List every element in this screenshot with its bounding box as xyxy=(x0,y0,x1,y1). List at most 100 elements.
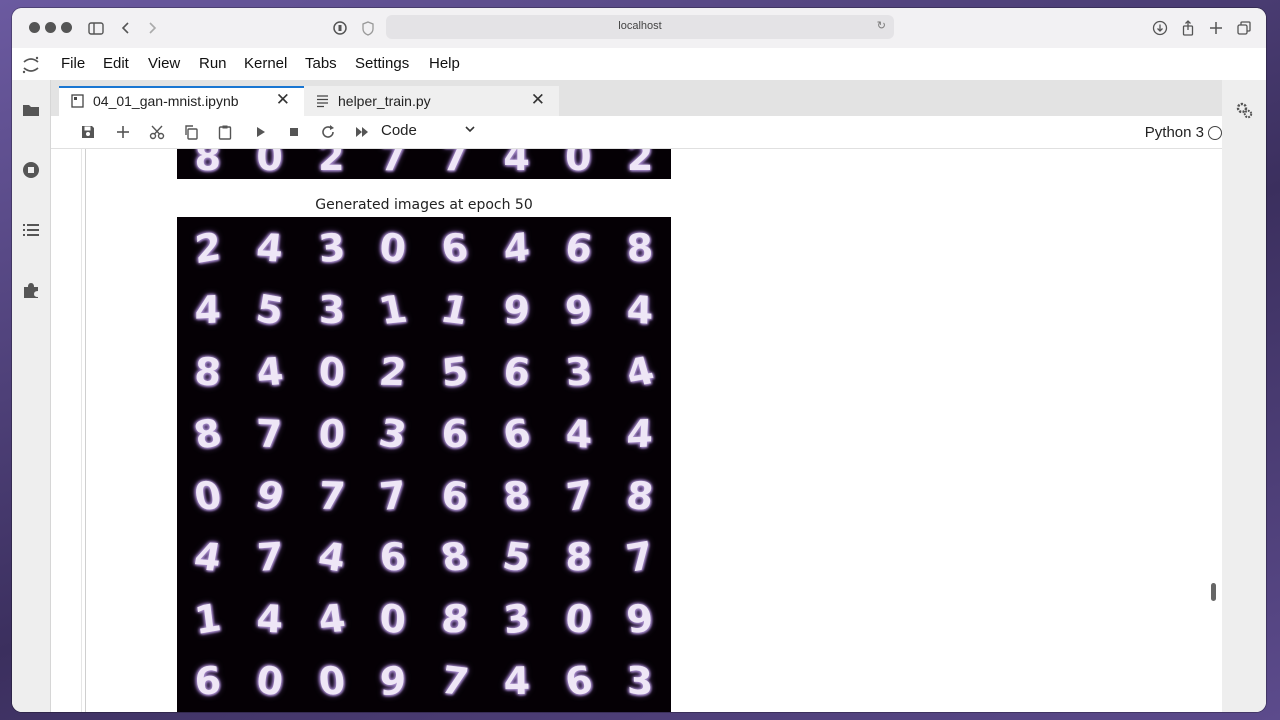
generated-digit: 7 xyxy=(379,149,407,179)
generated-digit: 4 xyxy=(620,348,660,396)
generated-digit: 4 xyxy=(564,410,592,457)
privacy-icon[interactable] xyxy=(330,18,350,38)
generated-images-grid: 2430646845311994840256348703664409776878… xyxy=(177,217,671,712)
address-bar[interactable]: localhost ↻ xyxy=(386,15,894,39)
menu-view[interactable]: View xyxy=(148,55,180,72)
generated-digit: 0 xyxy=(316,658,347,704)
generated-digit: 6 xyxy=(562,224,595,271)
url-text: localhost xyxy=(618,20,662,32)
generated-digit: 1 xyxy=(436,286,473,333)
property-inspector-icon[interactable] xyxy=(1234,100,1254,120)
generated-digit: 0 xyxy=(317,410,345,457)
minimize-window-button[interactable] xyxy=(45,22,56,33)
forward-icon[interactable] xyxy=(142,18,162,38)
generated-digit: 9 xyxy=(379,657,407,705)
menu-settings[interactable]: Settings xyxy=(355,55,409,72)
notebook-toolbar: Code Python 3 xyxy=(51,116,1222,149)
tab-helper-train[interactable]: helper_train.py ✕ xyxy=(304,86,559,116)
generated-digit: 5 xyxy=(252,285,287,334)
active-tab-indicator xyxy=(59,86,304,88)
generated-digit: 4 xyxy=(625,410,655,457)
generated-digit: 0 xyxy=(253,656,286,706)
generated-digit: 8 xyxy=(624,472,656,519)
menu-run[interactable]: Run xyxy=(199,55,227,72)
generated-digit: 7 xyxy=(564,471,593,520)
menu-kernel[interactable]: Kernel xyxy=(244,55,287,72)
generated-digit: 8 xyxy=(193,348,223,395)
output-plot-title: Generated images at epoch 50 xyxy=(315,197,533,213)
folder-icon[interactable] xyxy=(21,100,41,120)
generated-digit: 4 xyxy=(315,596,348,643)
restart-run-all-icon[interactable] xyxy=(353,123,371,141)
scrollbar-thumb[interactable] xyxy=(1211,583,1216,601)
tab-gan-notebook[interactable]: 04_01_gan-mnist.ipynb ✕ xyxy=(59,86,304,116)
menu-edit[interactable]: Edit xyxy=(103,55,129,72)
notebook-icon xyxy=(71,94,84,108)
generated-digit: 6 xyxy=(440,471,470,520)
generated-digit: 5 xyxy=(440,348,470,396)
generated-digit: 2 xyxy=(193,223,223,273)
back-icon[interactable] xyxy=(116,18,136,38)
generated-digit: 4 xyxy=(255,596,284,642)
save-icon[interactable] xyxy=(79,123,97,141)
run-cell-icon[interactable] xyxy=(251,123,269,141)
generated-digit: 3 xyxy=(316,224,347,272)
generated-digit: 3 xyxy=(626,658,655,705)
reload-icon[interactable]: ↻ xyxy=(877,19,886,32)
right-sidebar xyxy=(1221,80,1266,712)
restart-kernel-icon[interactable] xyxy=(319,123,337,141)
generated-digit: 9 xyxy=(502,287,531,333)
tab-label: helper_train.py xyxy=(338,93,431,109)
cut-icon[interactable] xyxy=(148,123,166,141)
tab-label: 04_01_gan-mnist.ipynb xyxy=(93,93,239,109)
zoom-window-button[interactable] xyxy=(61,22,72,33)
generated-digit: 4 xyxy=(503,149,530,179)
generated-digit: 6 xyxy=(193,658,223,704)
generated-digit: 8 xyxy=(500,473,533,518)
sidebar-toggle-icon[interactable] xyxy=(86,18,106,38)
generated-digit: 0 xyxy=(563,596,594,643)
generated-digit: 0 xyxy=(379,595,407,644)
generated-digit: 9 xyxy=(250,471,289,519)
generated-digit: 9 xyxy=(624,596,656,642)
menu-help[interactable]: Help xyxy=(429,55,460,72)
new-tab-icon[interactable] xyxy=(1206,18,1226,38)
jupyter-logo-icon xyxy=(20,54,42,76)
close-window-button[interactable] xyxy=(29,22,40,33)
menu-tabs[interactable]: Tabs xyxy=(305,55,337,72)
generated-digit: 2 xyxy=(377,349,410,394)
chevron-down-icon[interactable] xyxy=(463,122,477,136)
share-icon[interactable] xyxy=(1178,18,1198,38)
generated-digit: 4 xyxy=(626,286,654,333)
tab-overview-icon[interactable] xyxy=(1234,18,1254,38)
close-tab-icon[interactable]: ✕ xyxy=(531,90,545,110)
extensions-icon[interactable] xyxy=(21,280,41,300)
generated-digit: 4 xyxy=(314,533,348,582)
close-tab-icon[interactable]: ✕ xyxy=(276,90,290,110)
download-icon[interactable] xyxy=(1150,18,1170,38)
generated-digit: 0 xyxy=(565,149,592,179)
table-of-contents-icon[interactable] xyxy=(21,220,41,240)
interrupt-kernel-icon[interactable] xyxy=(285,123,303,141)
generated-digit: 6 xyxy=(499,410,534,458)
kernel-status-icon xyxy=(1208,126,1222,140)
kernel-name[interactable]: Python 3 xyxy=(1145,124,1204,141)
copy-icon[interactable] xyxy=(182,123,200,141)
running-kernels-icon[interactable] xyxy=(21,160,41,180)
generated-digit: 6 xyxy=(441,411,469,456)
paste-icon[interactable] xyxy=(216,123,234,141)
cell-collapser[interactable] xyxy=(85,149,86,712)
menu-file[interactable]: File xyxy=(61,55,85,72)
file-text-icon xyxy=(316,94,329,108)
generated-digit: 4 xyxy=(503,658,531,704)
generated-digit: 4 xyxy=(502,223,531,272)
notebook-panel[interactable]: 8 0 2 7 7 4 0 2 Generated images at epoc… xyxy=(51,149,1222,712)
generated-digit: 4 xyxy=(194,287,222,333)
insert-cell-icon[interactable] xyxy=(114,123,132,141)
cell-gutter xyxy=(81,149,82,712)
cell-type-select[interactable]: Code xyxy=(381,122,417,139)
generated-digit: 6 xyxy=(560,657,597,705)
generated-digit: 1 xyxy=(192,595,224,644)
shield-icon[interactable] xyxy=(358,18,378,38)
left-sidebar xyxy=(12,80,51,712)
